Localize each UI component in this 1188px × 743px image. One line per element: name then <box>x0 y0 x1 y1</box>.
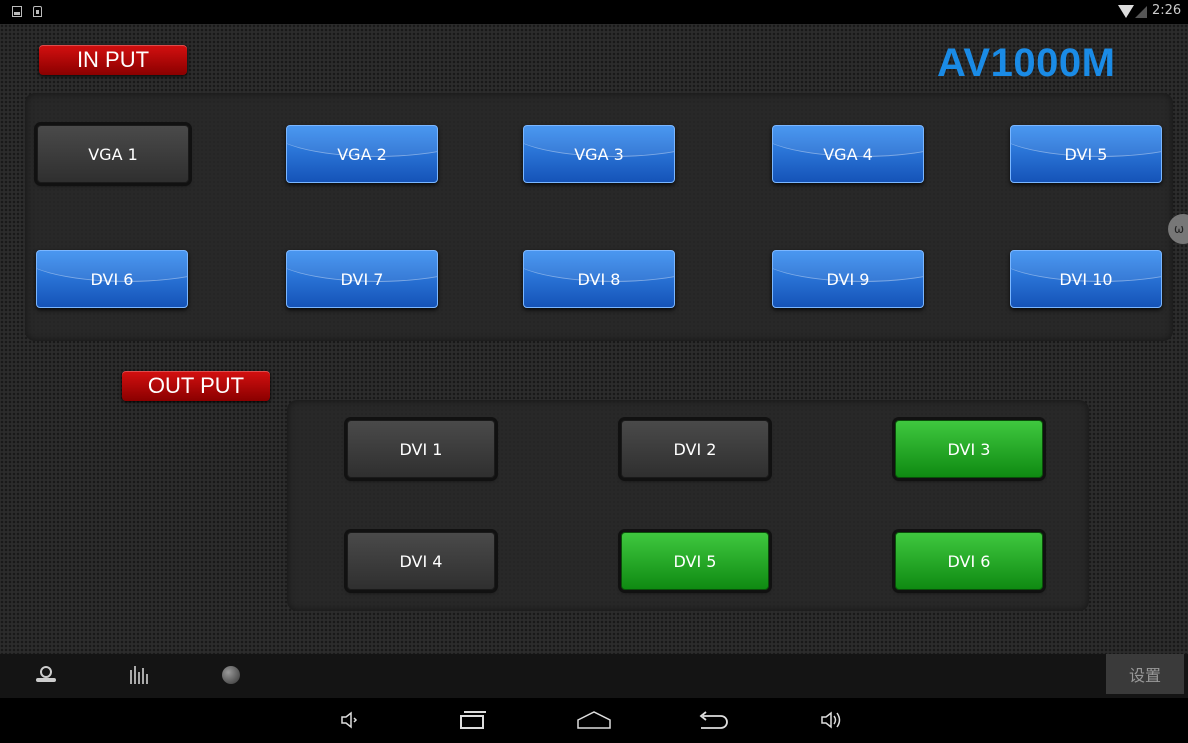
input-button-1[interactable]: VGA 1 <box>37 125 189 183</box>
output-button-6[interactable]: DVI 6 <box>895 532 1043 590</box>
output-button-2[interactable]: DVI 2 <box>621 420 769 478</box>
volume-down-icon[interactable] <box>340 710 360 730</box>
equalizer-icon[interactable] <box>128 666 150 686</box>
input-button-7[interactable]: DVI 7 <box>286 250 438 308</box>
input-button-5[interactable]: DVI 5 <box>1010 125 1162 183</box>
volume-up-icon[interactable] <box>820 710 844 730</box>
output-button-4[interactable]: DVI 4 <box>347 532 495 590</box>
status-bar: 2:26 <box>0 0 1188 24</box>
navigation-bar <box>0 698 1188 743</box>
back-icon[interactable] <box>697 710 729 730</box>
input-tag-label: IN PUT <box>76 47 150 72</box>
usb-icon <box>33 6 42 17</box>
main-area: IN PUT AV1000M VGA 1 VGA 2 VGA 3 VGA 4 D… <box>0 24 1188 654</box>
status-time: 2:26 <box>1152 3 1182 18</box>
output-panel: DVI 1 DVI 2 DVI 3 DVI 4 DVI 5 DVI 6 <box>287 400 1089 611</box>
recent-apps-icon[interactable] <box>458 710 486 730</box>
screenshot-icon <box>12 6 22 17</box>
wifi-icon <box>1118 5 1134 18</box>
input-button-10[interactable]: DVI 10 <box>1010 250 1162 308</box>
input-button-8[interactable]: DVI 8 <box>523 250 675 308</box>
output-button-1[interactable]: DVI 1 <box>347 420 495 478</box>
globe-icon[interactable] <box>222 666 240 684</box>
output-button-3[interactable]: DVI 3 <box>895 420 1043 478</box>
output-button-5[interactable]: DVI 5 <box>621 532 769 590</box>
home-icon[interactable] <box>577 710 611 730</box>
input-button-9[interactable]: DVI 9 <box>772 250 924 308</box>
signal-icon <box>1135 6 1147 18</box>
settings-button[interactable]: 设置 <box>1106 654 1184 694</box>
input-button-4[interactable]: VGA 4 <box>772 125 924 183</box>
input-button-6[interactable]: DVI 6 <box>36 250 188 308</box>
input-button-3[interactable]: VGA 3 <box>523 125 675 183</box>
brand-title: AV1000M <box>937 41 1116 85</box>
bottom-toolbar: 设置 <box>0 654 1188 698</box>
output-tag: OUT PUT <box>122 371 270 401</box>
output-tag-label: OUT PUT <box>147 373 245 398</box>
input-button-2[interactable]: VGA 2 <box>286 125 438 183</box>
input-tag: IN PUT <box>39 45 187 75</box>
input-panel: VGA 1 VGA 2 VGA 3 VGA 4 DVI 5 DVI 6 DVI … <box>25 93 1173 341</box>
film-reel-icon[interactable] <box>36 666 58 686</box>
